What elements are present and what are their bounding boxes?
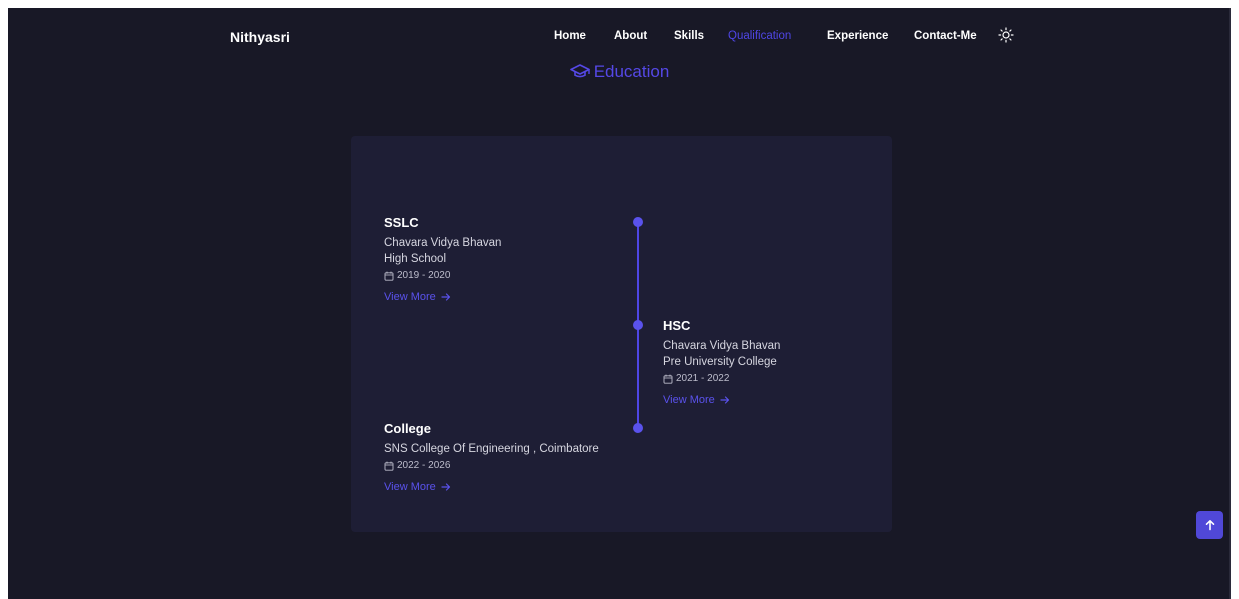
nav-experience[interactable]: Experience [827, 30, 888, 42]
arrow-right-icon [441, 483, 450, 491]
nav-skills[interactable]: Skills [674, 30, 704, 42]
timeline-item-hsc: HSC Chavara Vidya Bhavan Pre University … [663, 318, 780, 408]
section-title: Education [8, 62, 1231, 82]
calendar-icon [663, 374, 673, 384]
section-title-text: Education [593, 62, 670, 81]
timeline-dot [633, 423, 643, 433]
item-date-text: 2019 - 2020 [397, 270, 451, 281]
view-more-link[interactable]: View More [384, 291, 451, 303]
arrow-right-icon [441, 293, 450, 301]
item-date: 2022 - 2026 [384, 458, 599, 474]
education-card: SSLC Chavara Vidya Bhavan High School 20… [351, 136, 892, 532]
arrow-right-icon [720, 396, 729, 404]
arrow-up-icon [1205, 520, 1214, 531]
sun-icon[interactable] [998, 27, 1014, 43]
item-title: College [384, 421, 431, 436]
main-nav: Home About Skills Qualification Experien… [8, 30, 1231, 50]
item-date: 2019 - 2020 [384, 268, 501, 284]
page-frame: Nithyasri Home About Skills Qualificatio… [8, 8, 1231, 599]
item-date-text: 2021 - 2022 [676, 373, 730, 384]
calendar-icon [384, 271, 394, 281]
scroll-top-button[interactable] [1196, 511, 1223, 539]
timeline-dot [633, 320, 643, 330]
item-institution: Chavara Vidya Bhavan [663, 340, 781, 352]
item-institution: Chavara Vidya Bhavan [384, 237, 502, 249]
timeline-item-college: College SNS College Of Engineering , Coi… [384, 421, 599, 495]
graduation-cap-icon [569, 64, 590, 78]
nav-home[interactable]: Home [554, 30, 586, 42]
page-scrollbar[interactable] [1229, 8, 1231, 599]
item-institution: Pre University College [663, 356, 777, 368]
nav-about[interactable]: About [614, 30, 647, 42]
item-date-text: 2022 - 2026 [397, 460, 451, 471]
view-more-label: View More [384, 481, 436, 493]
nav-qualification[interactable]: Qualification [728, 30, 791, 42]
timeline-item-sslc: SSLC Chavara Vidya Bhavan High School 20… [384, 215, 501, 305]
view-more-label: View More [663, 394, 715, 406]
item-institution: High School [384, 253, 447, 265]
view-more-link[interactable]: View More [663, 394, 730, 406]
view-more-link[interactable]: View More [384, 481, 451, 493]
item-title: SSLC [384, 215, 419, 230]
item-institution: SNS College Of Engineering , Coimbatore [384, 443, 599, 455]
nav-contact-me[interactable]: Contact-Me [914, 30, 977, 42]
calendar-icon [384, 461, 394, 471]
timeline-dot [633, 217, 643, 227]
item-title: HSC [663, 318, 691, 333]
view-more-label: View More [384, 291, 436, 303]
item-date: 2021 - 2022 [663, 371, 780, 387]
